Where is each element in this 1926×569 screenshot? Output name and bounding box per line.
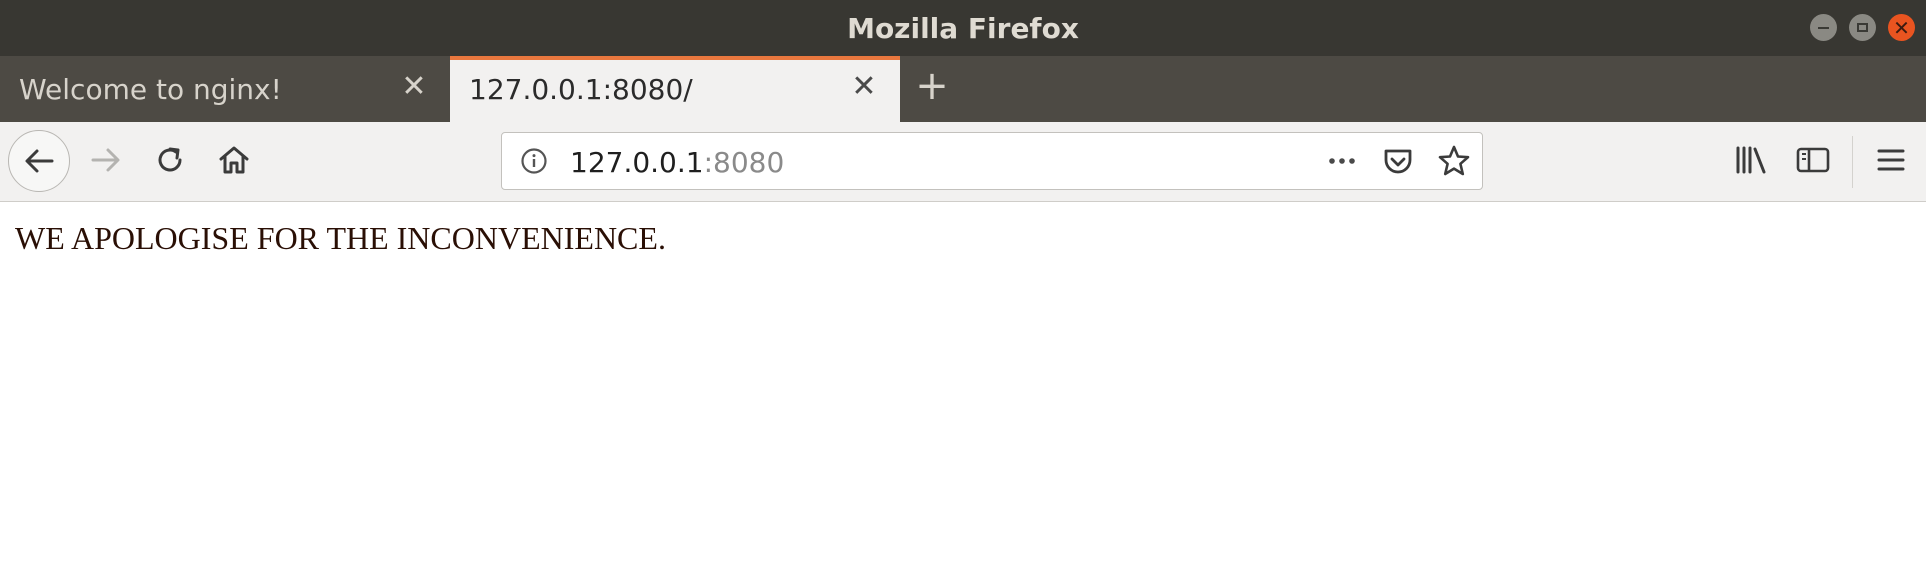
minimize-icon <box>1818 26 1829 29</box>
minimize-button[interactable] <box>1810 14 1837 41</box>
close-tab-icon[interactable]: ✕ <box>848 69 880 104</box>
new-tab-button[interactable]: + <box>915 66 949 106</box>
maximize-button[interactable] <box>1849 14 1876 41</box>
url-bar[interactable]: 127.0.0.1:8080 <box>501 132 1483 190</box>
url-text[interactable]: 127.0.0.1:8080 <box>570 146 784 179</box>
more-actions-icon[interactable] <box>1325 147 1359 175</box>
sidebar-button[interactable] <box>1791 138 1835 182</box>
url-host: 127.0.0.1 <box>570 146 704 179</box>
plus-icon: + <box>915 63 949 109</box>
sidebar-icon <box>1796 147 1830 173</box>
back-button[interactable] <box>8 130 70 192</box>
forward-arrow-icon <box>91 148 120 172</box>
tab-localhost-8080[interactable]: 127.0.0.1:8080/ ✕ <box>450 56 900 122</box>
navigation-toolbar: 127.0.0.1:8080 <box>0 122 1926 202</box>
page-message: WE APOLOGISE FOR THE INCONVENIENCE. <box>15 220 666 256</box>
tab-strip: Welcome to nginx! ✕ 127.0.0.1:8080/ ✕ + <box>0 56 1926 122</box>
window-titlebar: Mozilla Firefox ✕ <box>0 0 1926 56</box>
toolbar-separator <box>1852 136 1853 188</box>
open-menu-button[interactable] <box>1869 138 1913 182</box>
back-arrow-icon <box>25 149 54 173</box>
close-window-button[interactable]: ✕ <box>1888 14 1915 41</box>
tab-label: Welcome to nginx! <box>19 73 282 106</box>
library-icon <box>1736 146 1766 174</box>
close-tab-icon[interactable]: ✕ <box>398 69 430 104</box>
home-icon <box>219 146 249 174</box>
forward-button[interactable] <box>84 138 128 182</box>
tab-label: 127.0.0.1:8080/ <box>469 73 693 106</box>
window-title: Mozilla Firefox <box>847 12 1079 45</box>
reload-icon <box>158 147 182 172</box>
bookmark-star-icon[interactable] <box>1437 144 1471 178</box>
pocket-icon[interactable] <box>1381 145 1415 179</box>
info-icon[interactable] <box>520 147 548 175</box>
library-button[interactable] <box>1729 138 1773 182</box>
maximize-icon <box>1857 23 1868 32</box>
tab-welcome-nginx[interactable]: Welcome to nginx! ✕ <box>0 56 450 122</box>
url-port: :8080 <box>703 146 785 179</box>
home-button[interactable] <box>212 138 256 182</box>
close-icon: ✕ <box>1893 15 1910 40</box>
page-content: WE APOLOGISE FOR THE INCONVENIENCE. <box>0 202 1926 569</box>
reload-button[interactable] <box>148 138 192 182</box>
hamburger-menu-icon <box>1877 149 1905 171</box>
